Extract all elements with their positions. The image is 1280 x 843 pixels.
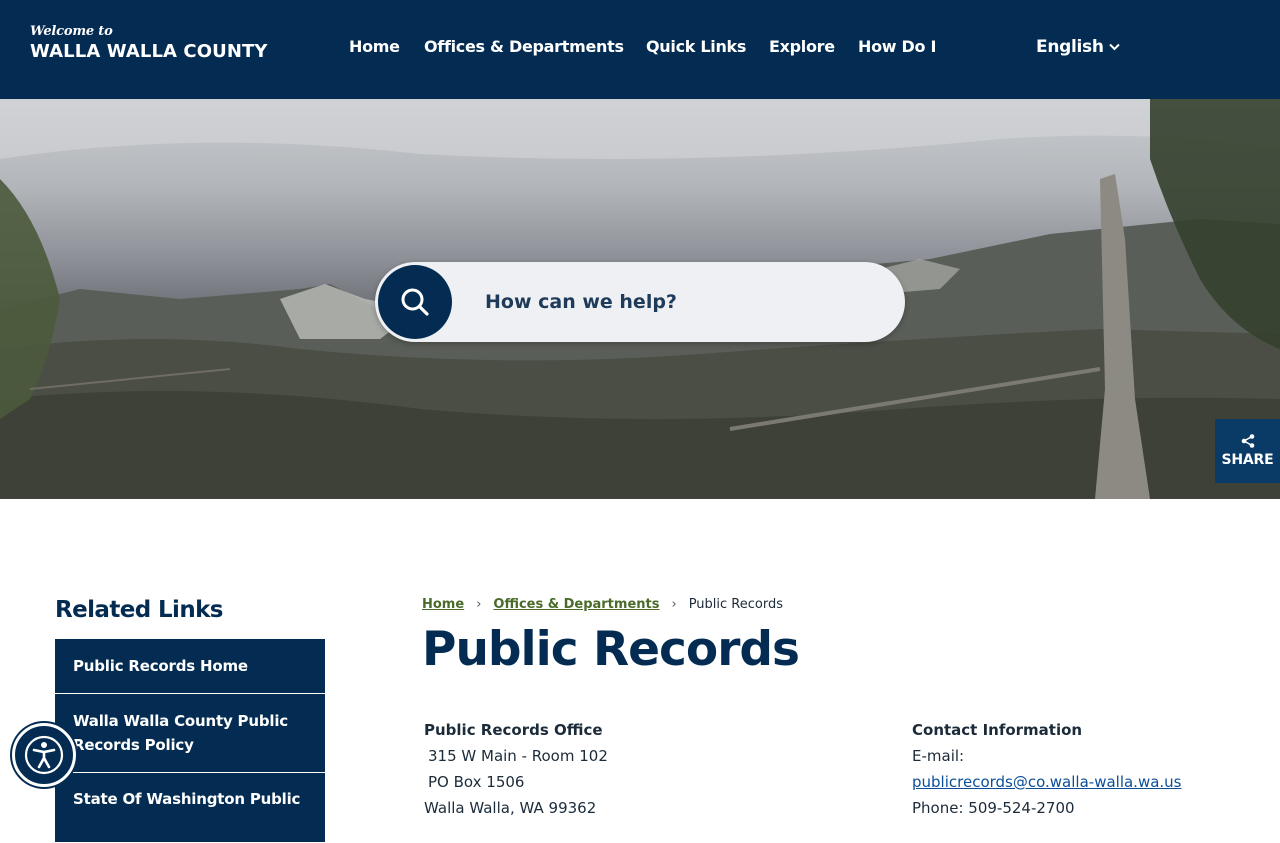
- share-icon: [1241, 434, 1254, 448]
- office-address-line: 315 W Main - Room 102: [428, 747, 608, 765]
- office-address-line: Walla Walla, WA 99362: [424, 799, 597, 817]
- contact-information: Contact Information E-mail: publicrecord…: [912, 717, 1182, 821]
- search-input[interactable]: [485, 284, 865, 320]
- related-link-public-records-home[interactable]: Public Records Home: [55, 639, 325, 694]
- page-title: Public Records: [422, 622, 800, 677]
- accessibility-button[interactable]: [12, 723, 76, 787]
- site-search: [375, 262, 905, 342]
- search-button[interactable]: [378, 265, 452, 339]
- language-selector[interactable]: English: [1036, 37, 1120, 57]
- related-link-records-policy[interactable]: Walla Walla County Public Records Policy: [55, 694, 325, 773]
- breadcrumb-current: Public Records: [688, 597, 783, 612]
- email-link[interactable]: publicrecords@co.walla-walla.wa.us: [912, 773, 1182, 791]
- language-label: English: [1036, 37, 1104, 57]
- breadcrumb-home[interactable]: Home: [422, 597, 464, 612]
- nav-quick-links[interactable]: Quick Links: [646, 37, 746, 56]
- email-label: E-mail:: [912, 747, 965, 765]
- breadcrumb-offices-departments[interactable]: Offices & Departments: [493, 597, 659, 612]
- related-links-title: Related Links: [55, 597, 223, 623]
- nav-how-do-i[interactable]: How Do I: [858, 37, 936, 56]
- phone-text: Phone: 509-524-2700: [912, 799, 1075, 817]
- logo-welcome-text: Welcome to: [30, 24, 113, 39]
- nav-home[interactable]: Home: [349, 37, 400, 56]
- site-header: Welcome to WALLA WALLA COUNTY Home Offic…: [0, 0, 1280, 99]
- share-label: SHARE: [1221, 452, 1274, 468]
- nav-offices-departments[interactable]: Offices & Departments: [424, 37, 624, 56]
- office-address: Public Records Office 315 W Main - Room …: [424, 717, 608, 821]
- nav-explore[interactable]: Explore: [769, 37, 835, 56]
- share-button[interactable]: SHARE: [1215, 419, 1280, 483]
- breadcrumb-separator-icon: ›: [476, 597, 482, 612]
- logo-county-name: WALLA WALLA COUNTY: [30, 41, 268, 62]
- accessibility-icon: [24, 735, 64, 775]
- office-heading: Public Records Office: [424, 721, 603, 739]
- breadcrumb-separator-icon: ›: [671, 597, 677, 612]
- site-logo[interactable]: Welcome to WALLA WALLA COUNTY: [30, 24, 268, 62]
- related-link-state-of-washington[interactable]: State Of Washington Public: [55, 773, 325, 843]
- office-address-line: PO Box 1506: [428, 773, 525, 791]
- search-icon: [401, 288, 429, 316]
- breadcrumb: Home › Offices & Departments › Public Re…: [422, 597, 783, 612]
- related-links-list: Public Records Home Walla Walla County P…: [55, 639, 325, 843]
- contact-heading: Contact Information: [912, 721, 1083, 739]
- chevron-down-icon: [1108, 43, 1120, 51]
